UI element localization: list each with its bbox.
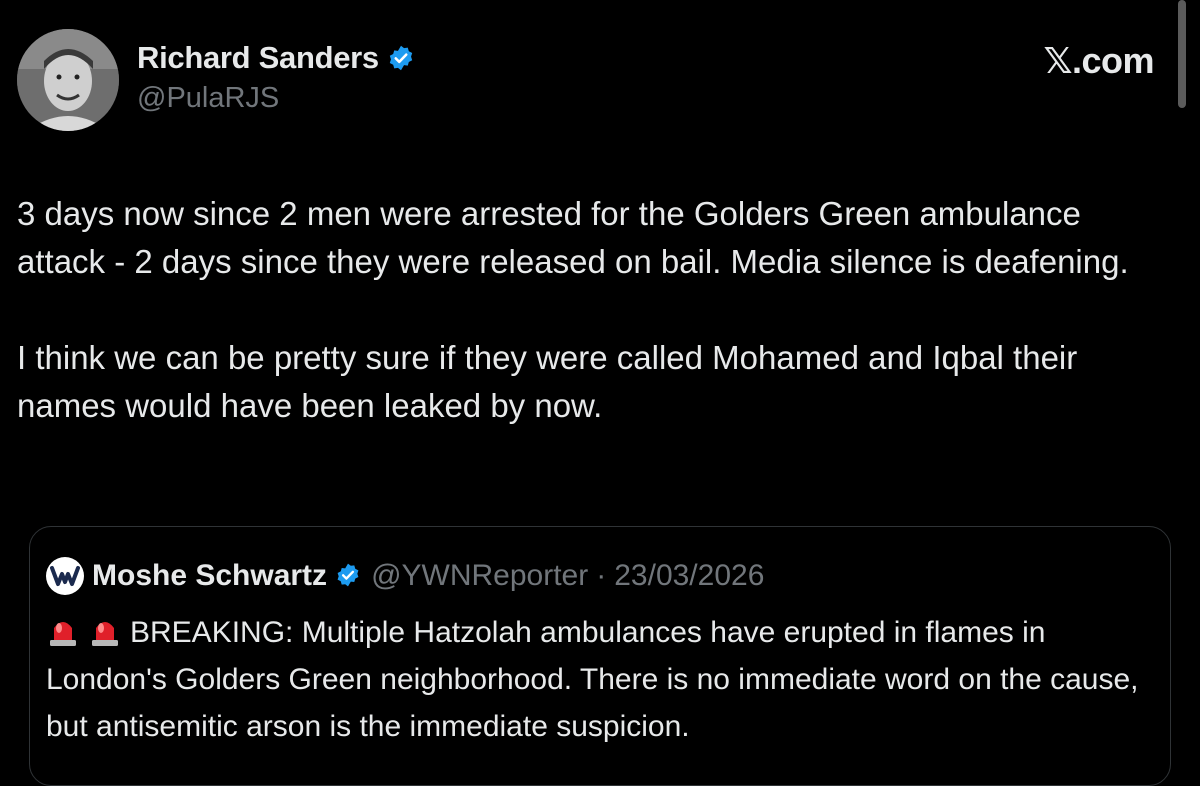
quoted-author-avatar[interactable]: [46, 557, 84, 595]
quoted-tweet-body: BREAKING: Multiple Hatzolah ambulances h…: [46, 609, 1146, 750]
quoted-author-name[interactable]: Moshe Schwartz: [92, 559, 327, 593]
verified-badge-icon: [335, 562, 363, 590]
siren-icon: [46, 614, 80, 648]
author-handle[interactable]: @PulaRJS: [137, 82, 279, 115]
quoted-author-handle[interactable]: @YWNReporter: [371, 559, 588, 593]
quoted-tweet-date[interactable]: 23/03/2026: [614, 559, 764, 593]
tweet-paragraph: 3 days now since 2 men were arrested for…: [17, 195, 1129, 280]
meta-separator: ·: [596, 559, 607, 592]
author-avatar[interactable]: [17, 29, 119, 131]
verified-badge-icon: [387, 44, 415, 72]
quoted-tweet-card[interactable]: Moshe Schwartz @YWNReporter · 23/03/2026…: [29, 526, 1171, 786]
scrollbar[interactable]: [1178, 0, 1186, 108]
tweet-body: 3 days now since 2 men were arrested for…: [17, 190, 1147, 430]
x-logo: 𝕏.com: [1043, 40, 1154, 81]
siren-icon: [88, 614, 122, 648]
quoted-tweet-text: BREAKING: Multiple Hatzolah ambulances h…: [46, 616, 1139, 743]
author-display-name[interactable]: Richard Sanders: [137, 40, 379, 76]
quoted-tweet-header: Moshe Schwartz @YWNReporter · 23/03/2026: [46, 557, 764, 595]
author-name-row: Richard Sanders: [137, 40, 415, 76]
tweet-paragraph: I think we can be pretty sure if they we…: [17, 339, 1078, 424]
